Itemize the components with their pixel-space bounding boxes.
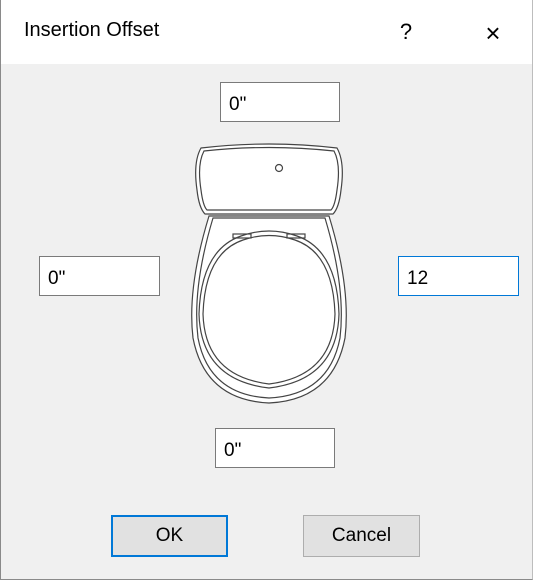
insertion-offset-dialog: Insertion Offset ? × OK Canc bbox=[0, 0, 533, 580]
help-icon: ? bbox=[399, 19, 413, 44]
cancel-button[interactable]: Cancel bbox=[303, 515, 420, 557]
close-icon: × bbox=[485, 18, 501, 48]
bottom-offset-input[interactable] bbox=[215, 428, 335, 468]
right-offset-input[interactable] bbox=[398, 256, 519, 296]
left-offset-input[interactable] bbox=[39, 256, 160, 296]
toilet-top-view-icon bbox=[191, 143, 347, 404]
help-button[interactable]: ? bbox=[391, 16, 421, 48]
dialog-title: Insertion Offset bbox=[24, 19, 160, 41]
title-bar: Insertion Offset ? × bbox=[1, 0, 532, 64]
top-offset-input[interactable] bbox=[220, 82, 340, 122]
ok-button[interactable]: OK bbox=[111, 515, 228, 557]
close-button[interactable]: × bbox=[476, 16, 510, 50]
